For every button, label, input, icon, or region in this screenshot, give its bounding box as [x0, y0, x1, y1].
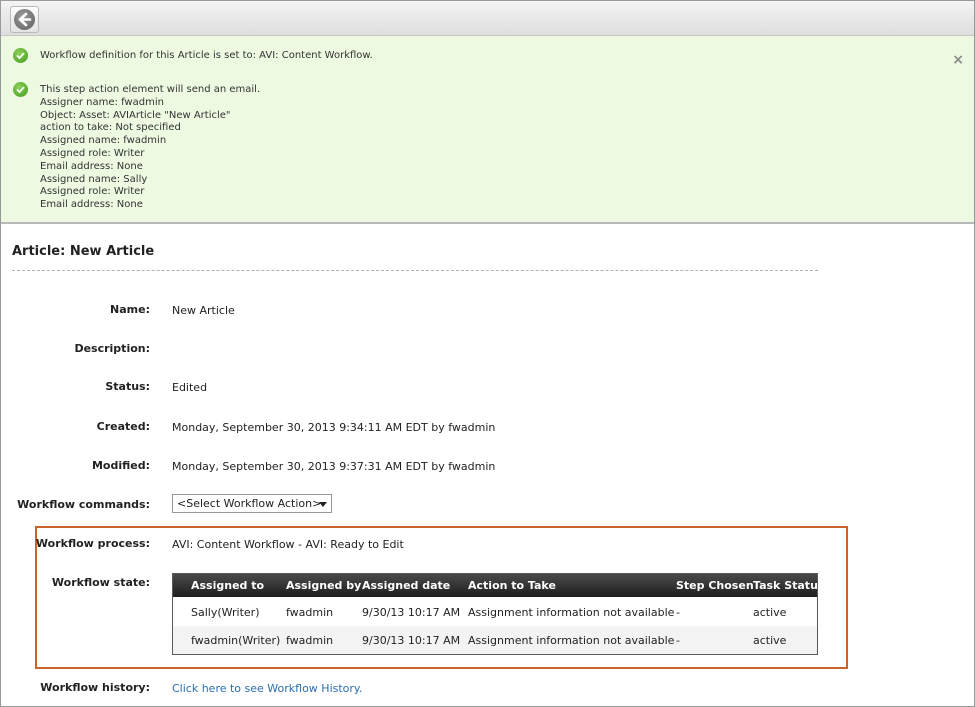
created-value: Monday, September 30, 2013 9:34:11 AM ED…	[172, 421, 496, 434]
table-cell: 9/30/13 10:17 AM	[362, 634, 461, 647]
table-cell: Sally(Writer)	[191, 606, 260, 619]
message-line: Assigner name: fwadmin	[40, 96, 164, 108]
workflow-process-value: AVI: Content Workflow - AVI: Ready to Ed…	[172, 538, 404, 551]
table-cell: Assignment information not available	[468, 634, 675, 647]
message-line: Assigned name: fwadmin	[40, 135, 167, 147]
message-line: action to take: Not specified	[40, 122, 181, 134]
column-header: Assigned by	[286, 579, 362, 592]
table-cell: fwadmin	[286, 606, 334, 619]
table-row: Sally(Writer) fwadmin 9/30/13 10:17 AM A…	[173, 598, 817, 626]
modified-value: Monday, September 30, 2013 9:37:31 AM ED…	[172, 460, 496, 473]
workflow-process-label: Workflow process:	[35, 537, 150, 550]
divider	[12, 270, 818, 271]
page-title: Article: New Article	[12, 244, 155, 259]
description-label: Description:	[74, 342, 150, 355]
column-header: Step Chosen	[676, 579, 754, 592]
table-cell: 9/30/13 10:17 AM	[362, 606, 461, 619]
table-row: fwadmin(Writer) fwadmin 9/30/13 10:17 AM…	[173, 626, 817, 654]
name-value: New Article	[172, 304, 235, 317]
workflow-action-select[interactable]: <Select Workflow Action>	[172, 494, 332, 513]
table-cell: Assignment information not available	[468, 606, 675, 619]
message-line: Assigned role: Writer	[40, 147, 145, 159]
message-text: Workflow definition for this Article is …	[40, 50, 373, 61]
workflow-state-label: Workflow state:	[51, 576, 150, 589]
message-panel: Workflow definition for this Article is …	[1, 36, 974, 224]
message-line: This step action element will send an em…	[40, 84, 261, 95]
message-details: This step action element will send an em…	[40, 84, 260, 212]
check-icon	[13, 82, 28, 97]
message-line: Assigned role: Writer	[40, 186, 145, 198]
modified-label: Modified:	[91, 459, 150, 472]
workflow-history-label: Workflow history:	[40, 681, 150, 694]
table-cell: -	[676, 634, 680, 647]
workflow-state-table: Assigned to Assigned by Assigned date Ac…	[172, 573, 824, 655]
column-header: Assigned date	[362, 579, 451, 592]
table-cell: active	[753, 606, 787, 619]
back-button[interactable]	[10, 6, 39, 33]
toolbar	[1, 1, 974, 36]
message-line: Email address: None	[40, 199, 143, 211]
table-cell: fwadmin	[286, 634, 334, 647]
table-cell: active	[753, 634, 787, 647]
workflow-action-selected: <Select Workflow Action>	[177, 497, 322, 510]
chevron-down-icon	[319, 502, 327, 507]
column-header: Task Status	[753, 579, 825, 592]
created-label: Created:	[96, 420, 150, 433]
close-icon[interactable]: ×	[952, 52, 964, 68]
message-line: Assigned name: Sally	[40, 173, 148, 185]
back-arrow-glyph	[18, 12, 32, 27]
status-label: Status:	[105, 380, 150, 393]
workflow-commands-label: Workflow commands:	[17, 498, 150, 511]
column-header: Action to Take	[468, 579, 556, 592]
status-value: Edited	[172, 381, 208, 394]
table-header: Assigned to Assigned by Assigned date Ac…	[173, 574, 824, 597]
table-cell: fwadmin(Writer)	[191, 634, 281, 647]
workflow-history-link[interactable]: Click here to see Workflow History.	[172, 682, 362, 695]
message-line: Email address: None	[40, 160, 143, 172]
table-cell: -	[676, 606, 680, 619]
message-line: Object: Asset: AVIArticle "New Article"	[40, 109, 231, 121]
check-icon	[13, 48, 28, 63]
column-header: Assigned to	[191, 579, 265, 592]
name-label: Name:	[110, 303, 150, 316]
